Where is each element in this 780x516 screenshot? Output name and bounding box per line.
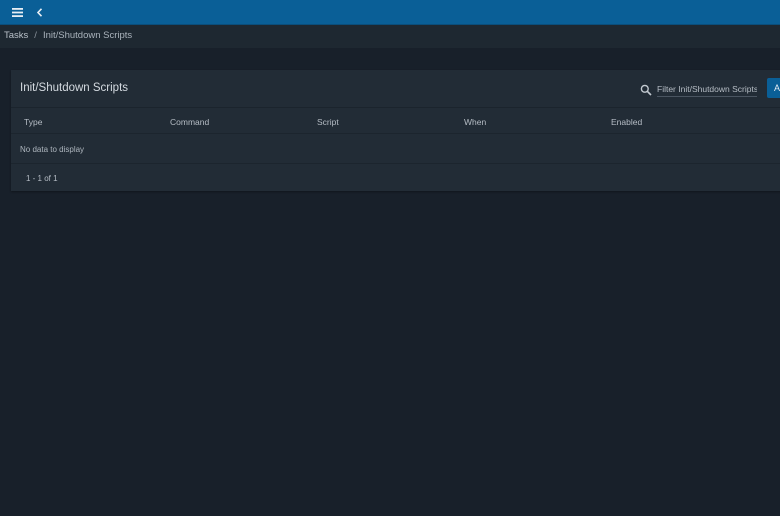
table-header: Type Command Script When Enabled <box>11 108 780 134</box>
breadcrumb-item-current: Init/Shutdown Scripts <box>42 30 133 41</box>
column-header-enabled[interactable]: Enabled <box>611 117 642 127</box>
filter-input[interactable] <box>657 81 757 97</box>
add-button[interactable]: ADD <box>767 78 780 98</box>
card-title: Init/Shutdown Scripts <box>20 82 129 94</box>
breadcrumb-bar: Tasks / Init/Shutdown Scripts <box>0 25 780 48</box>
empty-table-message: No data to display <box>20 145 85 154</box>
table-footer: 1 - 1 of 1 <box>11 163 780 191</box>
column-header-script[interactable]: Script <box>317 117 339 127</box>
breadcrumb-separator: / <box>34 30 37 41</box>
breadcrumb: Tasks / Init/Shutdown Scripts <box>4 30 132 41</box>
column-header-type[interactable]: Type <box>24 117 42 127</box>
column-header-command[interactable]: Command <box>170 117 209 127</box>
top-toolbar <box>0 0 780 25</box>
breadcrumb-item-tasks[interactable]: Tasks <box>4 30 28 41</box>
card-header: Init/Shutdown Scripts ADD <box>11 70 780 108</box>
chevron-left-icon[interactable] <box>33 4 47 21</box>
hamburger-menu-icon[interactable] <box>8 4 26 21</box>
scripts-table-card: Init/Shutdown Scripts ADD Type Command S… <box>11 70 780 191</box>
column-header-when[interactable]: When <box>464 117 486 127</box>
pagination-info: 1 - 1 of 1 <box>26 174 58 183</box>
search-icon <box>640 83 652 96</box>
